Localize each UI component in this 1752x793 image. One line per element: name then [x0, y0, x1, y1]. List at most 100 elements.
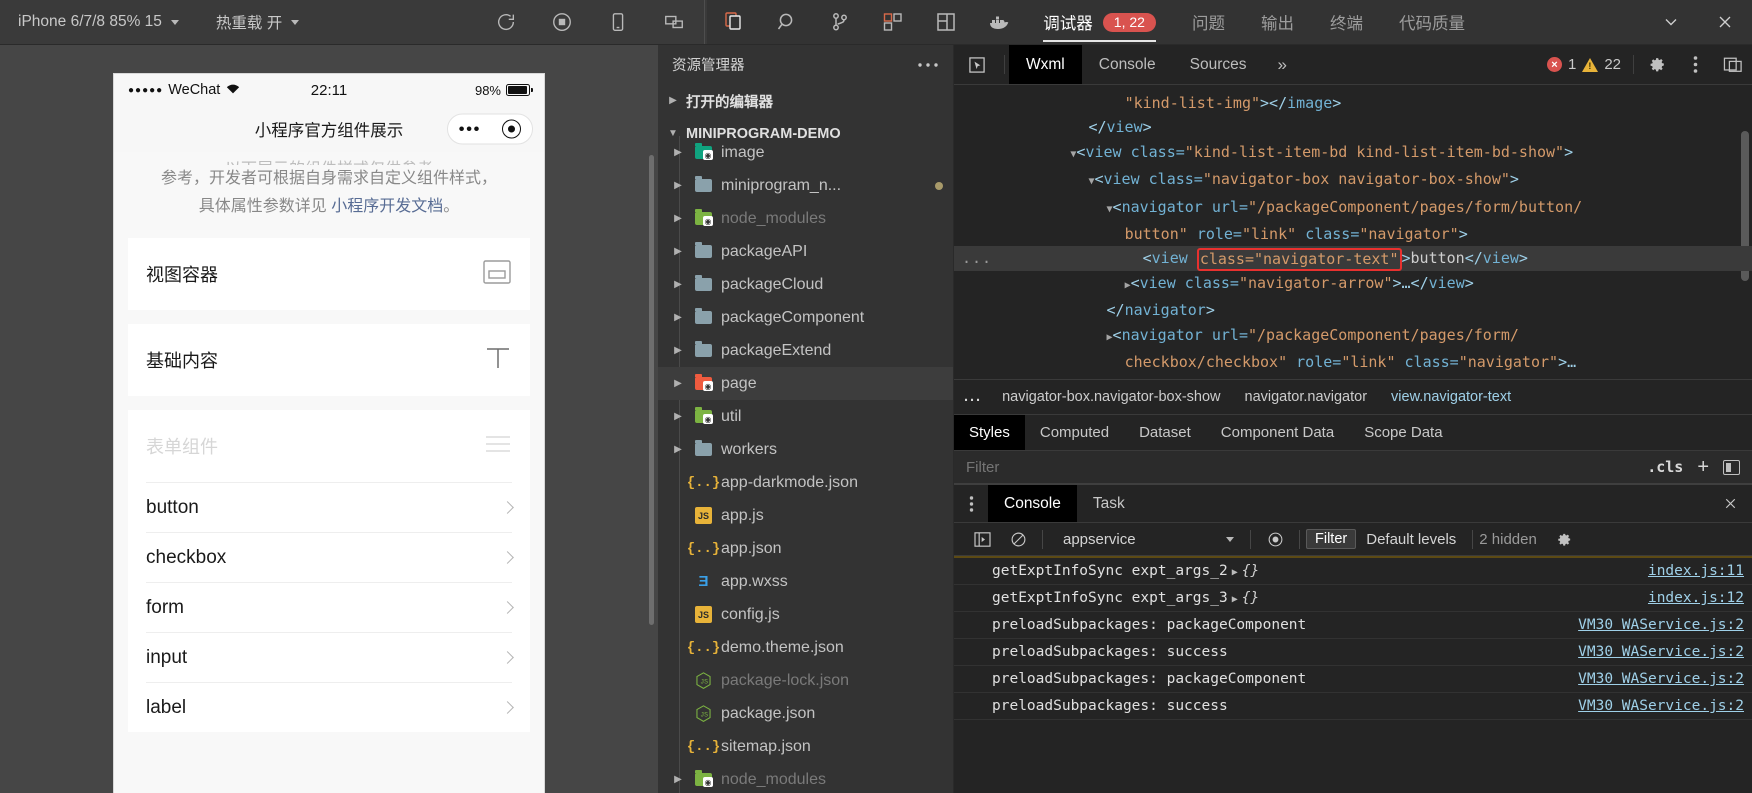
clear-console-icon[interactable]: [1000, 531, 1036, 548]
chevron-right-icon[interactable]: [670, 412, 686, 422]
chevron-down-icon[interactable]: [1644, 0, 1698, 44]
chevron-right-icon[interactable]: [670, 379, 686, 389]
breadcrumb-overflow[interactable]: ...: [960, 389, 990, 405]
tree-item[interactable]: JS package-lock.json: [658, 664, 953, 697]
kebab-menu-icon[interactable]: [954, 485, 988, 522]
tree-item[interactable]: JS package.json: [658, 697, 953, 730]
chevron-right-icon[interactable]: [670, 181, 686, 191]
log-source-link[interactable]: index.js:12: [1648, 590, 1744, 606]
console-log-list[interactable]: getExptInfoSync expt_args_2 ▶{} index.js:1…: [954, 556, 1752, 793]
extensions-icon[interactable]: [866, 0, 919, 44]
tab-terminal[interactable]: 终端: [1312, 0, 1381, 44]
console-log-row[interactable]: preloadSubpackages: success VM30 WAServic…: [954, 639, 1752, 666]
wxml-line[interactable]: ▶<navigator url="/packageComponent/pages…: [954, 323, 1752, 350]
open-editors-section[interactable]: 打开的编辑器: [658, 85, 953, 118]
tab-computed[interactable]: Computed: [1025, 415, 1124, 450]
wxml-line[interactable]: ... <view class="navigator-text" >button<…: [954, 246, 1752, 272]
file-tree[interactable]: ◉imageminiprogram_n...◉node_modulespacka…: [658, 136, 953, 793]
list-item[interactable]: form: [146, 582, 514, 632]
list-item[interactable]: label: [146, 682, 514, 732]
live-expression-icon[interactable]: [1257, 531, 1293, 548]
wxml-line[interactable]: </view>: [954, 115, 1752, 139]
tab-scope-data[interactable]: Scope Data: [1349, 415, 1457, 450]
chevron-right-icon[interactable]: [670, 445, 686, 455]
cls-button[interactable]: .cls: [1647, 458, 1683, 476]
chevrons-right-icon[interactable]: »: [1264, 45, 1301, 84]
tab-component-data[interactable]: Component Data: [1206, 415, 1349, 450]
source-control-icon[interactable]: [813, 0, 866, 44]
tree-item[interactable]: JS config.js: [658, 598, 953, 631]
tab-output[interactable]: 输出: [1243, 0, 1312, 44]
tree-item[interactable]: packageAPI: [658, 235, 953, 268]
wxml-line[interactable]: ▼<view class="navigator-box navigator-bo…: [954, 167, 1752, 194]
expand-object-icon[interactable]: ▶: [1228, 594, 1242, 605]
dock-panel-icon[interactable]: [1714, 45, 1752, 84]
issue-counts[interactable]: × 1 22: [1546, 45, 1629, 84]
tree-item[interactable]: ◉ node_modules: [658, 202, 953, 235]
wxml-line[interactable]: </navigator>: [954, 374, 1752, 379]
console-log-row[interactable]: getExptInfoSync expt_args_3 ▶{} index.js:1…: [954, 585, 1752, 612]
gear-icon[interactable]: [1638, 45, 1676, 84]
tree-item[interactable]: ◉ page: [658, 367, 953, 401]
chevron-right-icon[interactable]: [666, 96, 680, 106]
chevron-right-icon[interactable]: [670, 313, 686, 323]
tab-code-quality[interactable]: 代码质量: [1381, 0, 1483, 44]
log-source-link[interactable]: VM30 WAService.js:2: [1578, 671, 1744, 687]
console-log-row[interactable]: preloadSubpackages: success VM30 WAServic…: [954, 693, 1752, 720]
tree-item[interactable]: packageComponent: [658, 301, 953, 334]
console-levels-selector[interactable]: Default levels: [1356, 531, 1466, 548]
chevron-right-icon[interactable]: [670, 280, 686, 290]
expand-object-icon[interactable]: ▶: [1228, 567, 1242, 578]
wxml-line[interactable]: "kind-list-img"></image>: [954, 91, 1752, 115]
tree-item[interactable]: {..} app-darkmode.json: [658, 466, 953, 499]
show-sidebar-icon[interactable]: [964, 531, 1000, 547]
chevron-right-icon[interactable]: [670, 346, 686, 356]
tree-item[interactable]: workers: [658, 433, 953, 466]
tab-console[interactable]: Console: [1082, 45, 1173, 84]
log-object[interactable]: {}: [1242, 590, 1259, 606]
tab-styles[interactable]: Styles: [954, 415, 1025, 450]
layout-icon[interactable]: [919, 0, 972, 44]
tree-item[interactable]: JS app.js: [658, 499, 953, 532]
tab-sources[interactable]: Sources: [1173, 45, 1264, 84]
phone-icon[interactable]: [590, 0, 646, 44]
console-log-row[interactable]: getExptInfoSync expt_args_2 ▶{} index.js:1…: [954, 558, 1752, 585]
kebab-menu-icon[interactable]: [1676, 45, 1714, 84]
log-source-link[interactable]: VM30 WAService.js:2: [1578, 617, 1744, 633]
wechat-capsule-button[interactable]: •••: [447, 113, 533, 145]
form-section-header[interactable]: 表单组件: [146, 410, 512, 482]
chevron-right-icon[interactable]: [670, 214, 686, 224]
list-item[interactable]: input: [146, 632, 514, 682]
inspect-cursor-icon[interactable]: [954, 45, 1000, 84]
log-object[interactable]: {}: [1242, 563, 1259, 579]
styles-filter-input[interactable]: [966, 458, 1638, 476]
section-basic-content[interactable]: 基础内容: [128, 324, 530, 397]
drawer-tab-console[interactable]: Console: [988, 485, 1077, 522]
log-source-link[interactable]: index.js:11: [1648, 563, 1744, 579]
wxml-line[interactable]: ▼<view class="kind-list-item-bd kind-lis…: [954, 140, 1752, 167]
close-icon[interactable]: [1698, 0, 1752, 44]
stop-icon[interactable]: [534, 0, 590, 44]
tab-debugger[interactable]: 调试器 1, 22: [1025, 0, 1174, 44]
breadcrumb-item[interactable]: view.navigator-text: [1379, 389, 1523, 405]
tree-item[interactable]: ◉ image: [658, 136, 953, 169]
wxml-source-view[interactable]: "kind-list-img"></image> </view> ▼<view …: [954, 85, 1752, 379]
tree-item[interactable]: Ǝapp.wxss: [658, 565, 953, 598]
wxml-line[interactable]: ▼<navigator url="/packageComponent/pages…: [954, 195, 1752, 222]
console-context-selector[interactable]: appservice: [1049, 531, 1244, 548]
device-selector[interactable]: iPhone 6/7/8 85% 15: [0, 0, 197, 44]
tree-item[interactable]: ◉ node_modules: [658, 763, 953, 793]
wxml-line[interactable]: ▶<view class="navigator-arrow">…</view>: [954, 271, 1752, 298]
console-filter-button[interactable]: Filter: [1306, 529, 1357, 549]
tab-problems[interactable]: 问题: [1174, 0, 1243, 44]
chevron-right-icon[interactable]: [670, 775, 686, 785]
wxml-line[interactable]: checkbox/checkbox" role="link" class="na…: [954, 350, 1752, 374]
log-source-link[interactable]: VM30 WAService.js:2: [1578, 644, 1744, 660]
section-view-container[interactable]: 视图容器: [128, 238, 530, 311]
ellipsis-icon[interactable]: •••: [459, 121, 481, 138]
chevron-right-icon[interactable]: [670, 247, 686, 257]
console-log-row[interactable]: preloadSubpackages: packageComponent VM30…: [954, 666, 1752, 693]
tree-item[interactable]: packageExtend: [658, 334, 953, 367]
chevron-right-icon[interactable]: [670, 148, 686, 158]
plus-icon[interactable]: +: [1693, 457, 1713, 477]
